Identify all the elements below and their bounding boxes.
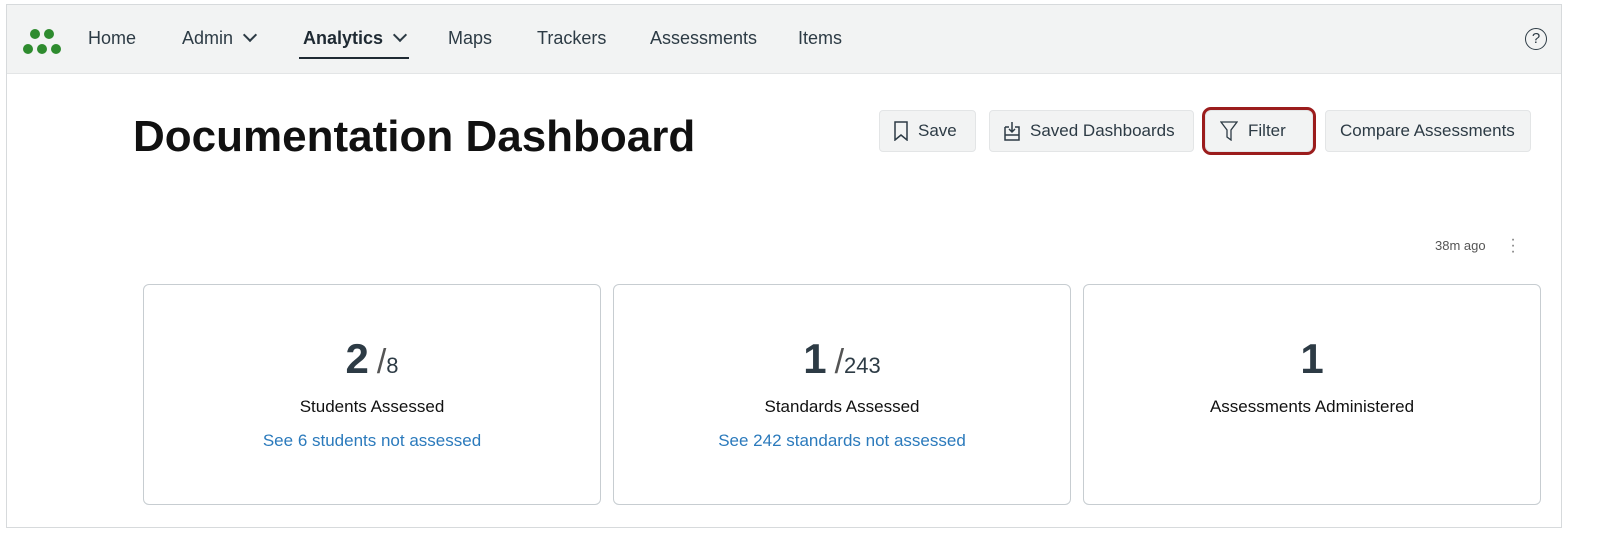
nav-assessments[interactable]: Assessments <box>650 5 757 74</box>
assessments-administered-card: 1 Assessments Administered <box>1083 284 1541 505</box>
save-label: Save <box>918 121 957 140</box>
standards-not-assessed-link[interactable]: See 242 standards not assessed <box>614 431 1070 451</box>
slash: / <box>376 343 387 381</box>
students-assessed-card: 2/8 Students Assessed See 6 students not… <box>143 284 601 505</box>
bookmark-icon <box>894 121 908 141</box>
filter-button[interactable]: Filter <box>1202 107 1316 155</box>
standards-total: 243 <box>844 353 881 378</box>
chevron-down-icon <box>242 27 258 43</box>
students-not-assessed-link[interactable]: See 6 students not assessed <box>144 431 600 451</box>
nav-analytics[interactable]: Analytics <box>298 5 410 74</box>
students-total: 8 <box>386 353 399 378</box>
nav-admin-label: Admin <box>182 28 234 48</box>
card-label: Students Assessed <box>299 397 445 416</box>
filter-icon <box>1220 121 1238 141</box>
nav-items[interactable]: Items <box>798 5 842 74</box>
compare-label: Compare Assessments <box>1340 121 1515 140</box>
saved-dashboards-label: Saved Dashboards <box>1030 121 1175 140</box>
standards-value: 1 <box>803 335 827 382</box>
filter-label: Filter <box>1248 121 1286 140</box>
help-icon[interactable]: ? <box>1525 28 1547 50</box>
chevron-down-icon <box>392 27 408 43</box>
students-value: 2 <box>345 335 369 382</box>
download-tray-icon <box>1004 122 1020 141</box>
saved-dashboards-button[interactable]: Saved Dashboards <box>989 110 1194 152</box>
nav-analytics-label: Analytics <box>303 28 384 48</box>
logo-icon[interactable] <box>23 27 65 55</box>
more-options-icon[interactable]: · · · <box>1509 232 1517 260</box>
slash: / <box>834 343 845 381</box>
nav-admin[interactable]: Admin <box>182 5 258 74</box>
last-updated: 38m ago <box>1435 238 1486 253</box>
save-button[interactable]: Save <box>879 110 976 152</box>
standards-assessed-card: 1/243 Standards Assessed See 242 standar… <box>613 284 1071 505</box>
card-label: Standards Assessed <box>764 397 920 416</box>
top-nav: Home Admin Analytics Maps Trackers Asses… <box>7 5 1561 74</box>
card-label: Assessments Administered <box>1209 397 1415 416</box>
page-title: Documentation Dashboard <box>133 112 696 161</box>
nav-trackers[interactable]: Trackers <box>537 5 606 74</box>
nav-maps[interactable]: Maps <box>448 5 492 74</box>
assessments-value: 1 <box>1300 335 1324 382</box>
nav-home[interactable]: Home <box>88 5 136 74</box>
compare-assessments-button[interactable]: Compare Assessments <box>1325 110 1531 152</box>
